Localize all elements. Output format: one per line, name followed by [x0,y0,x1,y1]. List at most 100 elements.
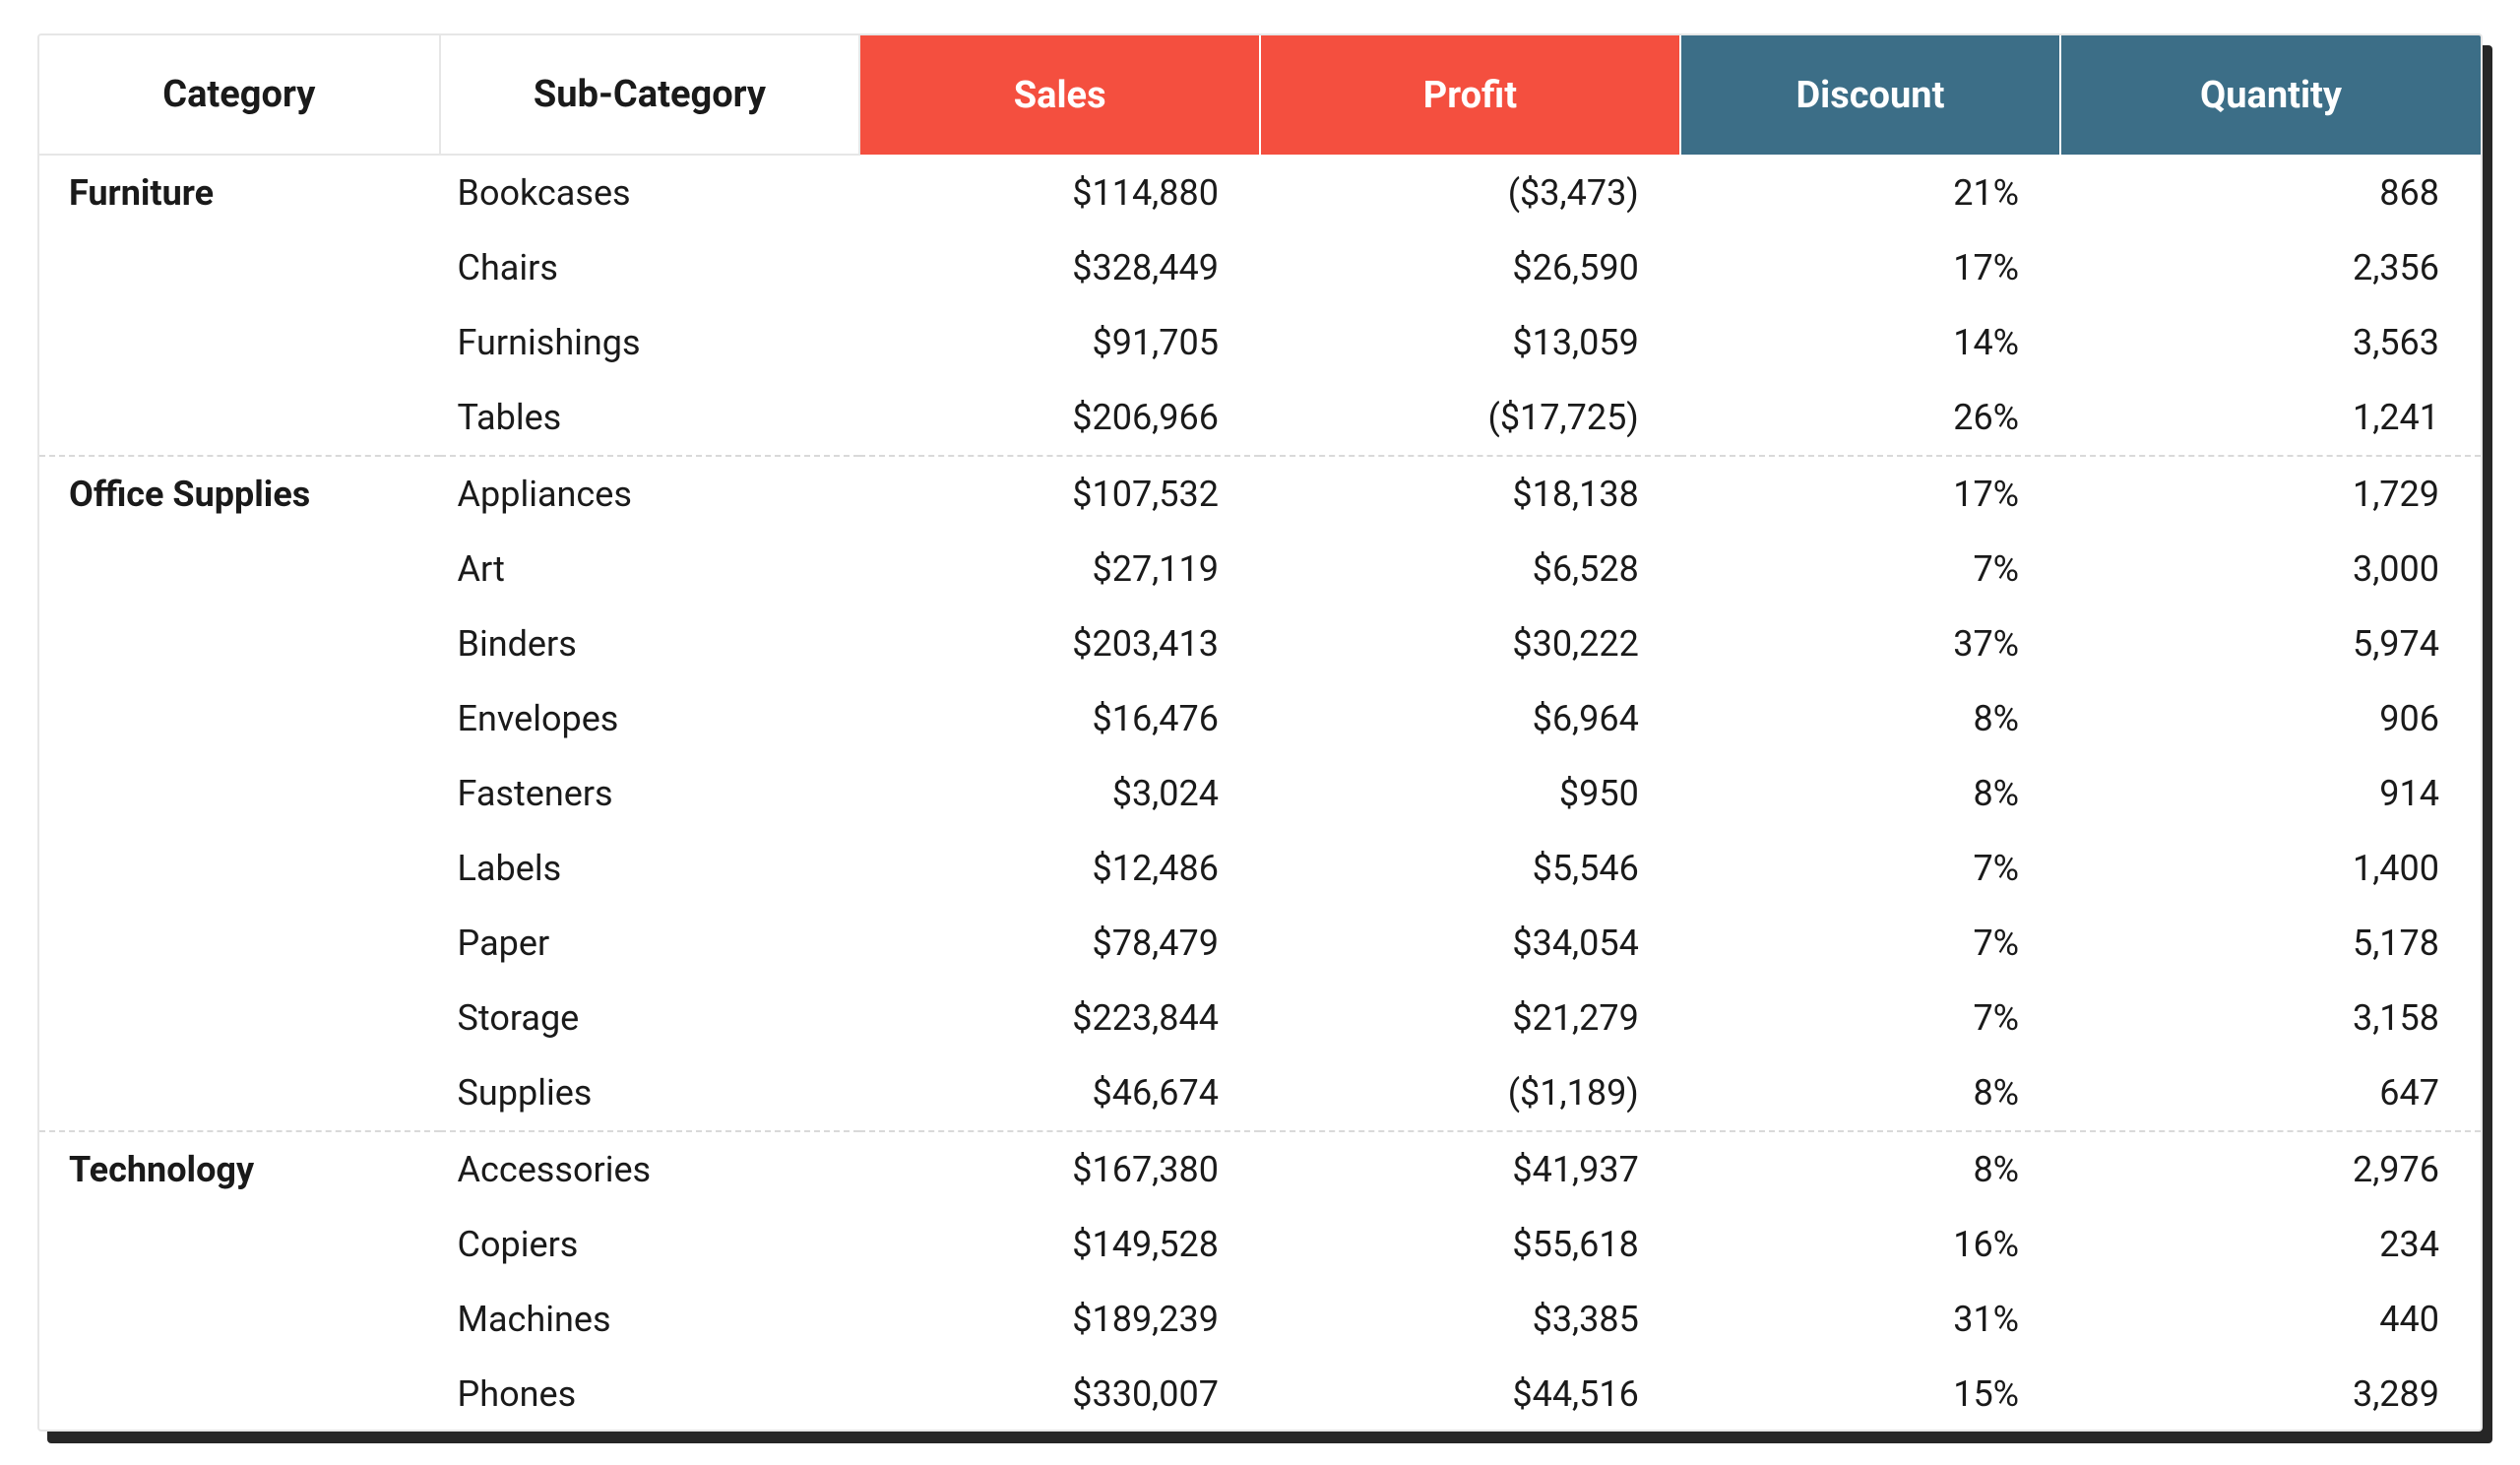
cell-quantity: 440 [2060,1282,2481,1357]
header-quantity[interactable]: Quantity [2060,35,2481,155]
cell-quantity: 5,974 [2060,606,2481,681]
cell-sub-category: Appliances [440,456,860,532]
cell-discount: 16% [1680,1207,2060,1282]
cell-sales: $27,119 [859,532,1260,606]
cell-category [39,532,440,606]
table-row: Phones$330,007$44,51615%3,289 [39,1357,2481,1432]
cell-category: Furniture [39,155,440,230]
cell-sales: $167,380 [859,1131,1260,1207]
cell-discount: 17% [1680,230,2060,305]
table-row: Office SuppliesAppliances$107,532$18,138… [39,456,2481,532]
cell-category [39,380,440,456]
cell-discount: 7% [1680,831,2060,906]
cell-discount: 26% [1680,380,2060,456]
cell-sales: $46,674 [859,1055,1260,1131]
cell-profit: $34,054 [1260,906,1680,981]
cell-quantity: 1,400 [2060,831,2481,906]
cell-profit: $13,059 [1260,305,1680,380]
cell-discount: 8% [1680,1131,2060,1207]
cell-sub-category: Bookcases [440,155,860,230]
table-row: Copiers$149,528$55,61816%234 [39,1207,2481,1282]
cell-discount: 14% [1680,305,2060,380]
cell-sales: $107,532 [859,456,1260,532]
table-row: Envelopes$16,476$6,9648%906 [39,681,2481,756]
header-discount[interactable]: Discount [1680,35,2060,155]
cell-sales: $91,705 [859,305,1260,380]
table-row: Binders$203,413$30,22237%5,974 [39,606,2481,681]
cell-quantity: 647 [2060,1055,2481,1131]
table-row: Tables$206,966($17,725)26%1,241 [39,380,2481,456]
cell-profit: $26,590 [1260,230,1680,305]
cell-sub-category: Fasteners [440,756,860,831]
table-row: Labels$12,486$5,5467%1,400 [39,831,2481,906]
table-row: FurnitureBookcases$114,880($3,473)21%868 [39,155,2481,230]
cell-profit: ($3,473) [1260,155,1680,230]
cell-quantity: 868 [2060,155,2481,230]
cell-discount: 17% [1680,456,2060,532]
table-row: Chairs$328,449$26,59017%2,356 [39,230,2481,305]
cell-sub-category: Machines [440,1282,860,1357]
cell-sub-category: Envelopes [440,681,860,756]
cell-sales: $114,880 [859,155,1260,230]
data-table-card: Category Sub-Category Sales Profit Disco… [37,33,2483,1432]
cell-category [39,831,440,906]
cell-profit: $18,138 [1260,456,1680,532]
table-body: FurnitureBookcases$114,880($3,473)21%868… [39,155,2481,1432]
cell-quantity: 1,729 [2060,456,2481,532]
header-profit[interactable]: Profit [1260,35,1680,155]
cell-quantity: 2,356 [2060,230,2481,305]
cell-sub-category: Copiers [440,1207,860,1282]
cell-discount: 7% [1680,981,2060,1055]
cell-quantity: 5,178 [2060,906,2481,981]
header-row: Category Sub-Category Sales Profit Disco… [39,35,2481,155]
cell-sub-category: Storage [440,981,860,1055]
cell-category [39,1207,440,1282]
table-row: Fasteners$3,024$9508%914 [39,756,2481,831]
cell-profit: ($17,725) [1260,380,1680,456]
cell-sales: $78,479 [859,906,1260,981]
cell-category [39,1282,440,1357]
cell-sub-category: Paper [440,906,860,981]
pivot-table: Category Sub-Category Sales Profit Disco… [39,35,2481,1432]
cell-sub-category: Furnishings [440,305,860,380]
cell-quantity: 1,241 [2060,380,2481,456]
header-category[interactable]: Category [39,35,440,155]
cell-sales: $330,007 [859,1357,1260,1432]
cell-discount: 8% [1680,756,2060,831]
table-row: Furnishings$91,705$13,05914%3,563 [39,305,2481,380]
cell-profit: $6,964 [1260,681,1680,756]
cell-category [39,1055,440,1131]
cell-sales: $12,486 [859,831,1260,906]
cell-quantity: 3,289 [2060,1357,2481,1432]
cell-discount: 21% [1680,155,2060,230]
cell-sales: $3,024 [859,756,1260,831]
cell-sales: $189,239 [859,1282,1260,1357]
cell-profit: $21,279 [1260,981,1680,1055]
cell-quantity: 914 [2060,756,2481,831]
cell-quantity: 906 [2060,681,2481,756]
header-sub-category[interactable]: Sub-Category [440,35,860,155]
cell-sales: $149,528 [859,1207,1260,1282]
cell-category [39,305,440,380]
cell-profit: $41,937 [1260,1131,1680,1207]
cell-discount: 7% [1680,532,2060,606]
cell-category [39,756,440,831]
cell-sub-category: Art [440,532,860,606]
header-sales[interactable]: Sales [859,35,1260,155]
cell-sales: $328,449 [859,230,1260,305]
table-row: Storage$223,844$21,2797%3,158 [39,981,2481,1055]
cell-quantity: 234 [2060,1207,2481,1282]
cell-sub-category: Accessories [440,1131,860,1207]
cell-quantity: 3,563 [2060,305,2481,380]
cell-profit: $30,222 [1260,606,1680,681]
table-row: Machines$189,239$3,38531%440 [39,1282,2481,1357]
cell-category [39,606,440,681]
cell-profit: $55,618 [1260,1207,1680,1282]
cell-profit: $5,546 [1260,831,1680,906]
cell-category [39,230,440,305]
cell-sales: $223,844 [859,981,1260,1055]
cell-sub-category: Tables [440,380,860,456]
cell-category [39,981,440,1055]
cell-discount: 8% [1680,681,2060,756]
cell-sub-category: Binders [440,606,860,681]
